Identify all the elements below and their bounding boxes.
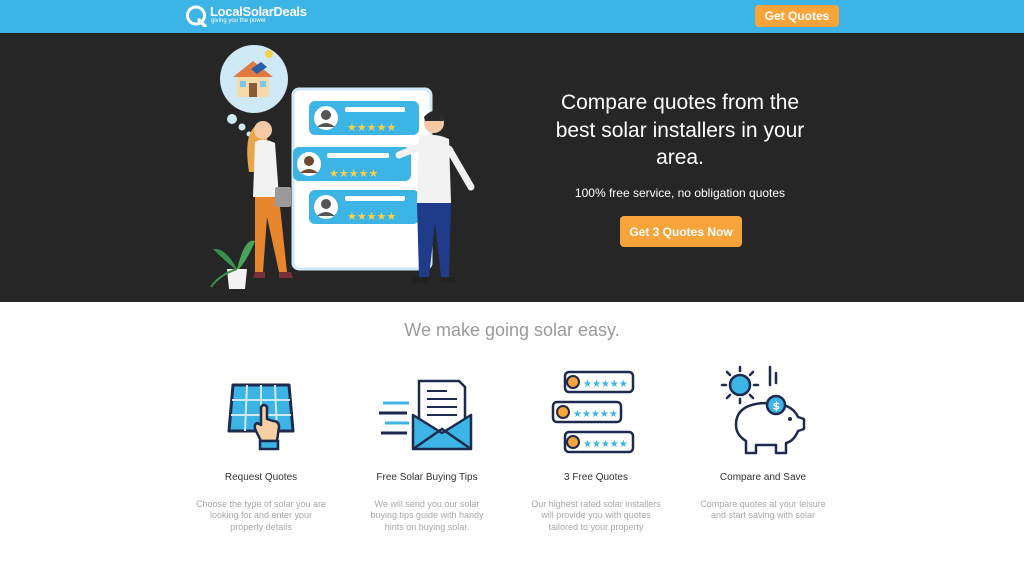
feature-description: Our highest rated solar installers will … (531, 499, 661, 532)
top-navbar: LocalSolarDeals giving you the power Get… (0, 0, 1024, 33)
site-logo[interactable]: LocalSolarDeals giving you the power (185, 5, 307, 29)
feature-request-quotes: Request Quotes Choose the type of solar … (191, 365, 331, 533)
feature-title: Request Quotes (224, 472, 298, 483)
hero-section: ★★★★★ ★★★★★ ★★★★★ Compare quotes from th… (0, 33, 1024, 302)
envelope-letter-icon (357, 365, 497, 460)
review-card-1: ★★★★★ (309, 101, 419, 135)
hero-title: Compare quotes from the best solar insta… (555, 91, 805, 169)
hero-illustration: ★★★★★ ★★★★★ ★★★★★ (205, 37, 495, 299)
feature-description: Choose the type of solar you are looking… (195, 499, 327, 532)
feature-description: Compare quotes at your leisure and start… (700, 499, 826, 521)
review-card-2: ★★★★★ (293, 147, 411, 181)
feature-buying-tips: Free Solar Buying Tips We will send you … (357, 365, 497, 533)
features-heading: We make going solar easy. (404, 320, 620, 340)
reviews-icon: ★★★★★ ★★★★★ ★★★★★ (526, 365, 666, 460)
piggy-bank-sun-icon: $ (693, 365, 833, 460)
feature-title: Compare and Save (719, 472, 807, 483)
feature-title: 3 Free Quotes (564, 472, 628, 483)
svg-text:★★★★★: ★★★★★ (347, 121, 396, 134)
feature-free-quotes: ★★★★★ ★★★★★ ★★★★★ 3 Free Quotes Our high… (526, 365, 666, 533)
svg-text:$: $ (773, 400, 781, 413)
solar-panel-hand-icon (191, 365, 331, 460)
plant-icon (210, 240, 255, 289)
feature-description: We will send you our solar buying tips g… (370, 499, 484, 532)
feature-title: Free Solar Buying Tips (376, 472, 478, 483)
woman-figure (247, 121, 293, 278)
svg-text:★★★★★: ★★★★★ (347, 210, 396, 223)
feature-compare-save: $ Compare and Save Compare quotes at you… (693, 365, 833, 522)
logo-q-icon (185, 5, 207, 28)
logo-tagline: giving you the power (211, 18, 267, 24)
svg-text:★★★★★: ★★★★★ (583, 439, 628, 450)
get-3-quotes-button[interactable]: Get 3 Quotes Now (620, 216, 742, 247)
hero-subtitle: 100% free service, no obligation quotes (574, 186, 786, 200)
review-card-3: ★★★★★ (309, 190, 419, 224)
logo-name: LocalSolarDeals (210, 4, 307, 19)
svg-text:★★★★★: ★★★★★ (329, 167, 378, 180)
get-quotes-button[interactable]: Get Quotes (755, 5, 839, 27)
svg-text:★★★★★: ★★★★★ (583, 379, 628, 390)
svg-text:★★★★★: ★★★★★ (573, 409, 618, 420)
